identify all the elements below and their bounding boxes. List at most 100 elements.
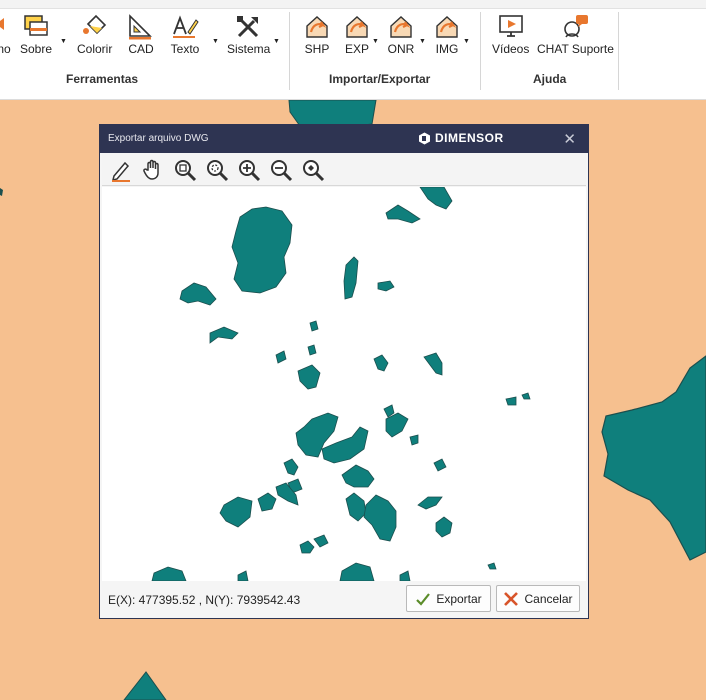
parcel-polygon — [363, 494, 397, 542]
parcel-polygon — [237, 570, 249, 581]
img-label: IMG — [435, 42, 459, 56]
dimensor-logo-icon — [419, 132, 430, 144]
parcel-polygon — [299, 540, 315, 554]
texto-button[interactable]: Texto — [170, 14, 200, 70]
shp-button[interactable]: SHP — [303, 14, 331, 70]
texto-label: Texto — [170, 42, 200, 56]
parcel-polygon — [417, 496, 443, 510]
parcel-polygon — [373, 354, 389, 372]
parcel-polygon — [339, 562, 375, 581]
group-label-importar-exportar: Importar/Exportar — [329, 72, 431, 86]
chat-suporte-label: CHAT Suporte — [537, 42, 614, 56]
group-separator — [618, 12, 619, 90]
export-button[interactable]: Exportar — [406, 585, 491, 612]
ribbon-top-strip — [0, 0, 706, 9]
parcel-polygon — [399, 570, 411, 581]
close-icon[interactable]: ✕ — [563, 130, 576, 148]
export-onr-icon — [390, 16, 412, 38]
parcel-polygon — [297, 364, 321, 390]
map-polygon — [601, 355, 706, 561]
exp-button[interactable]: EXP — [343, 14, 371, 70]
parcel-polygon — [283, 458, 299, 476]
group-label-ferramentas: Ferramentas — [66, 72, 139, 86]
parcel-polygon — [219, 496, 253, 528]
checkmark-icon — [416, 592, 431, 606]
chat-suporte-button[interactable]: CHAT Suporte — [537, 14, 614, 70]
cad-label: CAD — [128, 42, 154, 56]
exp-dropdown-caret[interactable]: ▼ — [372, 38, 379, 45]
sobre-dropdown-caret[interactable]: ▼ — [60, 38, 67, 45]
map-polygon — [123, 671, 167, 700]
video-monitor-icon — [498, 15, 523, 37]
export-exp-icon — [346, 16, 368, 38]
map-polygon — [0, 188, 3, 196]
group-label-ajuda: Ajuda — [533, 72, 567, 86]
partial-button-label: no — [0, 42, 11, 56]
sobre-button[interactable]: Sobre — [20, 14, 52, 70]
ribbon-toolbar: no Sobre ▼ Colorir CAD Texto ▼ Sistema ▼… — [0, 0, 706, 100]
parcel-polygon — [409, 434, 419, 446]
import-shp-icon — [306, 16, 328, 38]
parcel-polygon — [433, 458, 447, 472]
group-separator — [289, 12, 290, 90]
brand-text: DIMENSOR — [435, 131, 504, 145]
sobre-label: Sobre — [20, 42, 53, 56]
export-img-icon — [436, 16, 458, 38]
dialog-toolbar — [102, 153, 586, 186]
dialog-title-bar[interactable]: Exportar arquivo DWG DIMENSOR ✕ — [100, 125, 588, 153]
parcel-polygon — [505, 396, 517, 406]
zoom-previous-icon[interactable] — [301, 158, 325, 182]
parcel-polygon — [385, 204, 421, 224]
parcel-polygon — [487, 562, 497, 570]
coordinates-readout: E(X): 477395.52 , N(Y): 7939542.43 — [108, 593, 301, 607]
zoom-in-icon[interactable] — [237, 158, 261, 182]
parcel-polygon — [209, 326, 239, 344]
parcel-polygon — [435, 516, 453, 538]
cancel-button-label: Cancelar — [524, 591, 573, 606]
group-separator — [480, 12, 481, 90]
cad-button[interactable]: CAD — [126, 14, 156, 70]
sistema-dropdown-caret[interactable]: ▼ — [273, 38, 280, 45]
colorir-label: Colorir — [77, 42, 113, 56]
text-pen-icon — [173, 15, 199, 38]
parcel-polygon — [343, 256, 359, 300]
parcel-polygon — [383, 404, 395, 418]
parcel-polygon — [423, 352, 443, 376]
cancel-button[interactable]: Cancelar — [496, 585, 580, 612]
videos-button[interactable]: Vídeos — [492, 14, 529, 70]
zoom-extents-icon[interactable] — [205, 158, 229, 182]
parcel-polygon — [419, 187, 453, 210]
parcel-polygon — [341, 464, 375, 488]
export-dwg-dialog: Exportar arquivo DWG DIMENSOR ✕ E(X): 47… — [99, 124, 589, 619]
parcel-polygon — [377, 280, 395, 292]
img-dropdown-caret[interactable]: ▼ — [463, 38, 470, 45]
parcel-polygon — [345, 492, 367, 522]
sistema-label: Sistema — [227, 42, 271, 56]
parcel-polygon — [179, 282, 217, 306]
onr-button[interactable]: ONR — [387, 14, 415, 70]
onr-dropdown-caret[interactable]: ▼ — [419, 38, 426, 45]
zoom-window-icon[interactable] — [173, 158, 197, 182]
support-chat-icon — [564, 15, 589, 38]
export-button-label: Exportar — [436, 591, 482, 606]
parcel-polygon — [231, 206, 293, 294]
zoom-out-icon[interactable] — [269, 158, 293, 182]
pan-hand-icon[interactable] — [141, 158, 165, 182]
partial-icon — [0, 18, 4, 30]
onr-label: ONR — [387, 42, 415, 56]
parcel-polygon — [313, 534, 329, 548]
parcel-polygon — [151, 566, 187, 581]
dimensor-brand: DIMENSOR — [418, 131, 504, 145]
tools-icon — [236, 16, 258, 38]
img-button[interactable]: IMG — [433, 14, 461, 70]
colorir-button[interactable]: Colorir — [77, 14, 112, 70]
cancel-x-icon — [504, 591, 519, 606]
parcel-polygon — [257, 492, 277, 512]
pencil-icon[interactable] — [109, 158, 133, 182]
sistema-button[interactable]: Sistema — [227, 14, 270, 70]
texto-dropdown-caret[interactable]: ▼ — [212, 38, 219, 45]
videos-label: Vídeos — [492, 42, 530, 56]
dwg-preview-canvas[interactable] — [102, 187, 586, 581]
partial-ribbon-button[interactable]: no — [0, 14, 14, 70]
shp-label: SHP — [304, 42, 330, 56]
